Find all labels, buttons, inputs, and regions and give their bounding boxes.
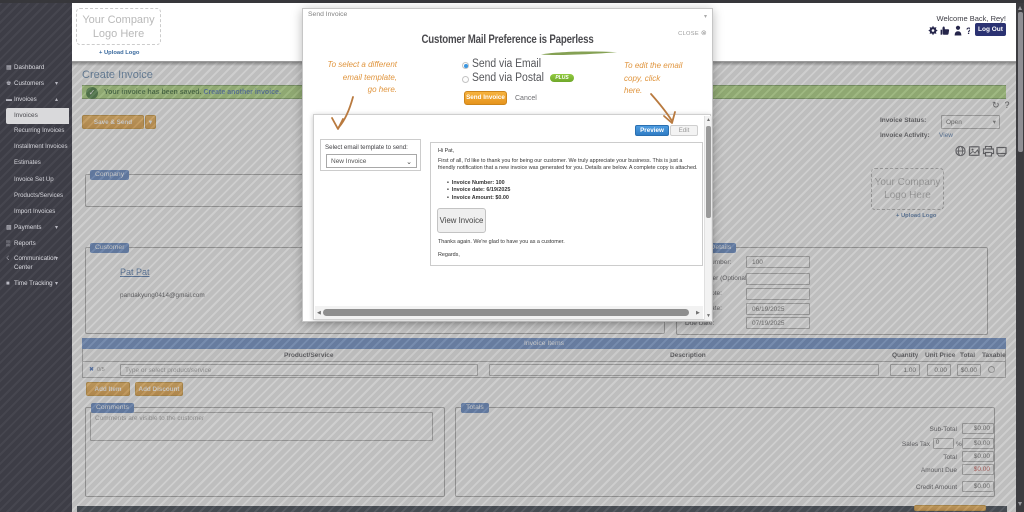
svg-text:?: ?: [966, 26, 970, 36]
